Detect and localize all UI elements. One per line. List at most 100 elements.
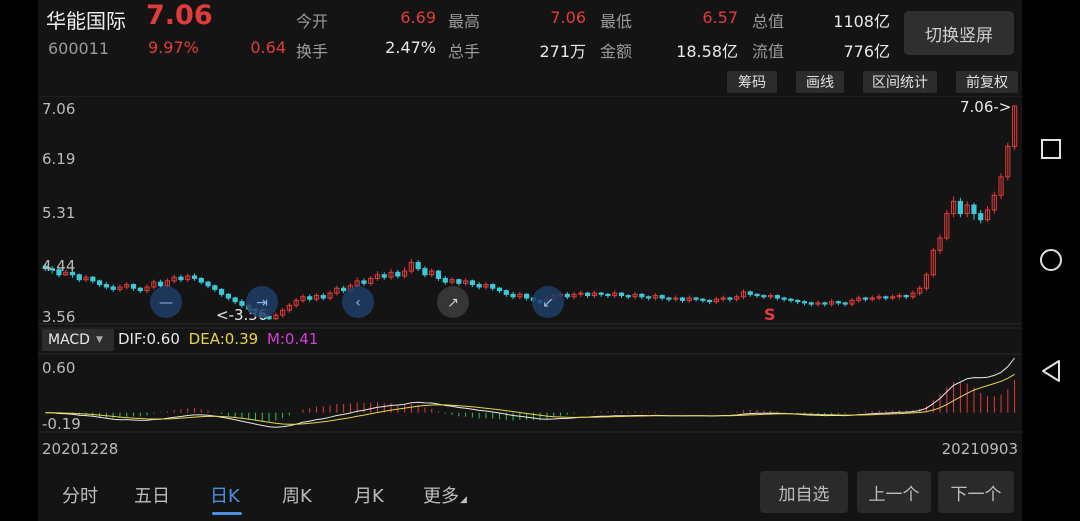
candle-body [774, 295, 780, 299]
turnover-value: 2.47% [385, 38, 436, 57]
previous-button[interactable]: 上一个 [857, 471, 931, 513]
candle-body [957, 200, 963, 215]
draw-line-button[interactable]: 画线 [796, 71, 844, 93]
candle-body [198, 277, 204, 283]
stock-name: 华能国际 [46, 9, 126, 33]
float-cap-label: 流值 [752, 42, 785, 61]
candle-body [822, 302, 828, 305]
candle-body [219, 288, 225, 295]
sell-signal-marker: S [764, 305, 776, 324]
candle-body [700, 298, 706, 301]
tab-daily-k[interactable]: 日K [210, 482, 240, 508]
candle-body [225, 293, 231, 299]
y-tick-label: 3.56 [42, 308, 75, 326]
add-watchlist-button[interactable]: 加自选 [760, 471, 848, 513]
candle-body [90, 276, 96, 282]
volume-value: 271万 [539, 42, 586, 61]
amount-label: 金额 [600, 42, 633, 61]
quote-header: 华能国际 7.06 600011 9.97% 0.64 今开 6.69 最高 7… [38, 0, 1022, 66]
candle-body [205, 281, 211, 287]
tab-five-day[interactable]: 五日 [134, 482, 170, 508]
candle-body [625, 295, 631, 298]
tab-monthly-k[interactable]: 月K [354, 482, 384, 508]
macd-y-top: 0.60 [42, 359, 75, 377]
tab-more[interactable]: 更多◢ [423, 482, 467, 508]
candle-body [605, 293, 611, 297]
open-label: 今开 [296, 12, 329, 31]
candle-body [469, 280, 475, 286]
candle-body [524, 293, 530, 299]
next-button[interactable]: 下一个 [938, 471, 1014, 513]
turnover-label: 换手 [296, 42, 329, 61]
candle-body [754, 293, 760, 297]
active-tab-indicator [212, 512, 242, 515]
indicator-name: MACD [48, 332, 90, 348]
tab-intraday[interactable]: 分时 [62, 482, 98, 508]
forward-adjust-button[interactable]: 前复权 [956, 71, 1018, 93]
open-value: 6.69 [400, 8, 436, 27]
candle-body [435, 270, 442, 279]
candle-body [835, 301, 841, 304]
candle-body [761, 295, 767, 298]
high-label: 最高 [448, 12, 481, 31]
candlestick-series [42, 105, 1018, 320]
candle-body [422, 268, 428, 276]
candle-body [781, 297, 787, 300]
candle-body [212, 285, 218, 290]
candle-body [503, 290, 509, 295]
low-value: 6.57 [702, 8, 738, 27]
home-icon[interactable] [1038, 247, 1064, 273]
tab-more-label: 更多 [423, 486, 459, 507]
amount-value: 18.58亿 [676, 42, 738, 61]
candle-body [178, 276, 184, 281]
candle-body [510, 293, 516, 298]
candle-body [639, 293, 645, 298]
candle-body [788, 298, 794, 301]
candle-body [903, 295, 909, 298]
candle-body [646, 296, 652, 299]
candle-body [320, 295, 326, 299]
chart-grid [38, 96, 1022, 433]
candle-body [381, 274, 387, 278]
chips-button[interactable]: 筹码 [727, 71, 777, 93]
pattern-marker-glyph: ↙ [542, 295, 554, 311]
candle-body [97, 280, 103, 286]
left-edge [0, 0, 38, 521]
candle-body [442, 277, 448, 283]
volume-label: 总手 [448, 42, 481, 61]
candle-body [490, 284, 496, 289]
end-date: 20210903 [942, 440, 1018, 458]
system-nav-bar [1022, 0, 1080, 521]
range-stats-button[interactable]: 区间统计 [863, 71, 937, 93]
stock-code: 600011 [48, 39, 110, 58]
back-icon[interactable] [1038, 358, 1064, 384]
change-amount: 0.64 [250, 38, 286, 57]
candle-body [361, 280, 367, 284]
corner-triangle-icon: ◢ [460, 495, 467, 505]
y-tick-label: 6.19 [42, 150, 75, 168]
candle-body [808, 302, 814, 305]
stock-detail-screen: 华能国际 7.06 600011 9.97% 0.64 今开 6.69 最高 7… [38, 0, 1022, 521]
change-percent: 9.97% [148, 38, 199, 57]
candle-body [476, 284, 482, 288]
tab-weekly-k[interactable]: 周K [282, 482, 312, 508]
dif-line [45, 357, 1015, 428]
y-tick-label: 5.31 [42, 204, 75, 222]
pattern-marker-glyph: ↗ [447, 295, 459, 311]
candle-body [971, 204, 977, 215]
dea-line [45, 373, 1015, 425]
m-value: M:0.41 [266, 330, 319, 348]
pattern-marker-glyph: ⇥ [256, 295, 268, 311]
candle-body [795, 299, 801, 303]
switch-portrait-button[interactable]: 切换竖屏 [904, 11, 1014, 55]
candle-body [239, 301, 245, 306]
candle-body [585, 292, 591, 297]
macd-values: DIF:0.60 DEA:0.39 M:0.41 [118, 330, 318, 348]
candle-body [341, 287, 347, 292]
low-label: 最低 [600, 12, 633, 31]
kline-chart[interactable]: 7.066.195.314.443.56 7.06-> <-3.56 S — ⇥… [38, 96, 1022, 458]
candle-body [191, 275, 198, 279]
recent-apps-icon[interactable] [1038, 136, 1064, 162]
indicator-selector[interactable]: MACD ▼ [42, 329, 114, 351]
candle-body [801, 301, 808, 304]
